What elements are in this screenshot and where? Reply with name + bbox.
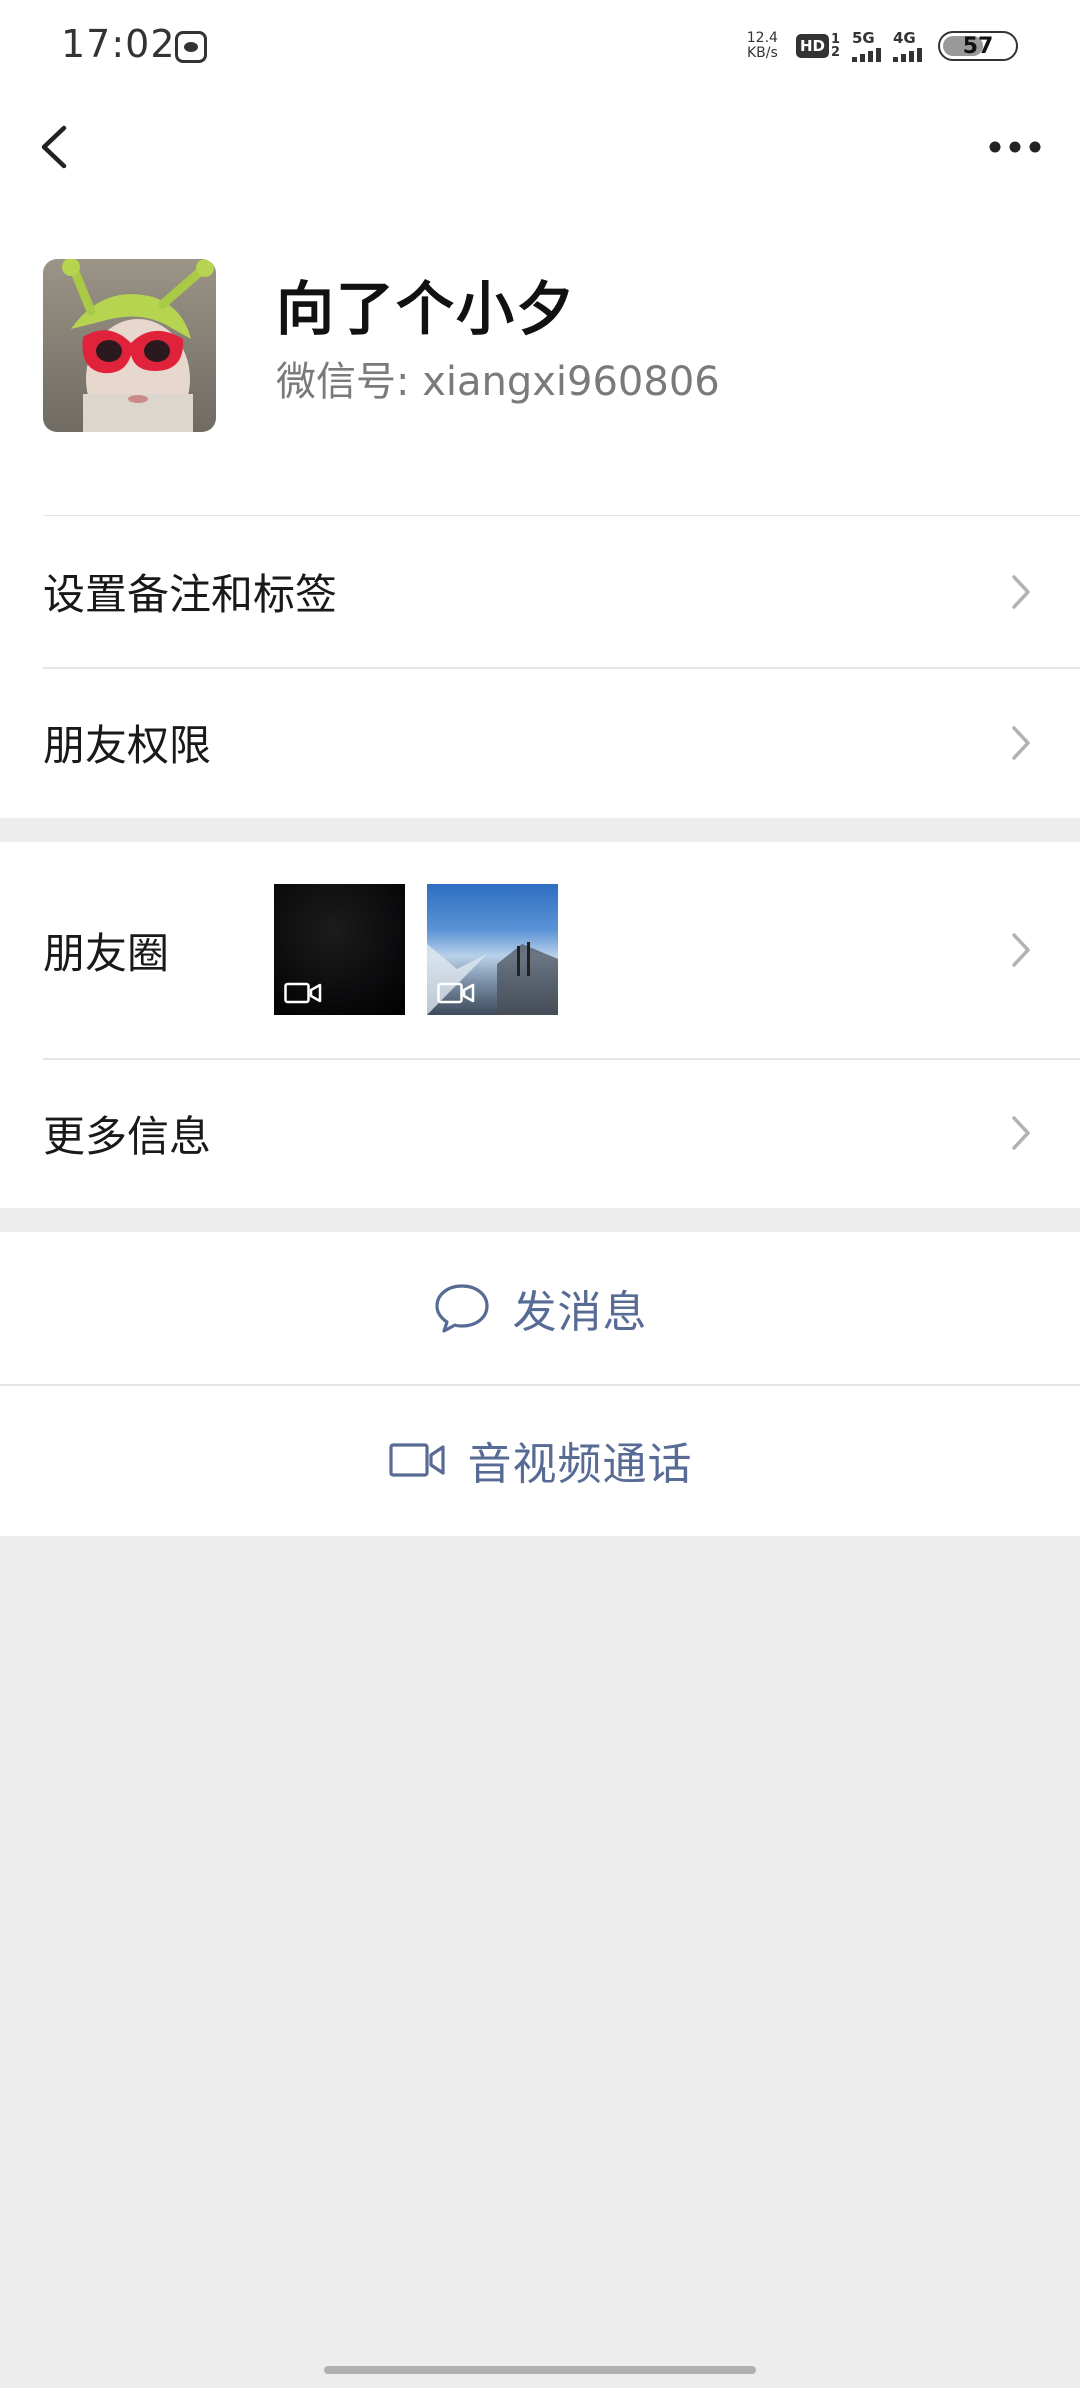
av-call-label: 音视频通话 [467,1439,693,1490]
status-bar: 17:02 12.4 KB/s HD 1 2 5G 4G 57 [0,0,1080,92]
send-message-button[interactable]: 发消息 [0,1232,1080,1384]
remarks-tags-label: 设置备注和标签 [43,570,338,619]
more-dots-icon [989,141,1041,153]
sim1-label: 5G [852,29,875,47]
nickname: 向了个小夕 [276,275,577,343]
video-icon [284,982,322,1004]
chevron-right-icon [1012,574,1030,609]
video-call-icon [388,1443,445,1477]
action-group: 发消息 音视频通话 [0,1232,1080,1536]
network-speed-value: 12.4 [746,30,778,46]
remarks-tags-item[interactable]: 设置备注和标签 [0,516,1080,667]
back-button[interactable] [30,112,90,182]
moments-thumbnails [274,884,558,1015]
battery-icon: 57 [938,31,1018,61]
moments-item[interactable]: 朋友圈 [0,842,1080,1058]
hd-num-2: 2 [830,45,840,60]
friend-permissions-label: 朋友权限 [43,721,212,770]
chat-bubble-icon [434,1284,489,1333]
battery-level: 57 [962,33,994,59]
wechat-id-label: 微信号: [276,359,423,405]
video-icon [437,982,475,1004]
chevron-right-icon [1012,933,1030,967]
info-group: 朋友圈 更多信息 [0,842,1080,1208]
sim2-label: 4G [893,29,916,47]
signal-5g-icon: 5G [852,30,881,62]
more-info-item[interactable]: 更多信息 [0,1058,1080,1208]
status-time: 17:02 [61,22,176,66]
chevron-right-icon [1012,725,1030,760]
notification-app-icon [175,31,207,63]
hd-voice-icon: HD 1 2 [795,33,840,60]
home-indicator[interactable] [324,2366,756,2374]
more-options-button[interactable] [980,112,1050,182]
nav-bar [0,92,1080,202]
wechat-id: 微信号: xiangxi960806 [276,349,720,407]
hd-label: HD [795,34,829,58]
chevron-right-icon [1012,1116,1030,1150]
profile-header: 向了个小夕 微信号: xiangxi960806 [0,202,1080,517]
moments-label: 朋友圈 [43,928,170,978]
av-call-button[interactable]: 音视频通话 [0,1384,1080,1536]
status-indicators: 12.4 KB/s HD 1 2 5G 4G 57 [747,28,1018,64]
friend-permissions-item[interactable]: 朋友权限 [0,667,1080,818]
avatar[interactable] [43,259,216,432]
network-speed: 12.4 KB/s [747,31,778,61]
settings-group: 设置备注和标签 朋友权限 [0,516,1080,818]
back-arrow-icon [41,125,67,169]
network-speed-unit: KB/s [746,45,778,61]
moment-thumbnail[interactable] [274,884,405,1015]
moment-thumbnail[interactable] [427,884,558,1015]
signal-4g-icon: 4G [893,30,922,62]
wechat-id-value: xiangxi960806 [422,359,720,405]
more-info-label: 更多信息 [43,1111,212,1161]
send-message-label: 发消息 [512,1287,648,1338]
